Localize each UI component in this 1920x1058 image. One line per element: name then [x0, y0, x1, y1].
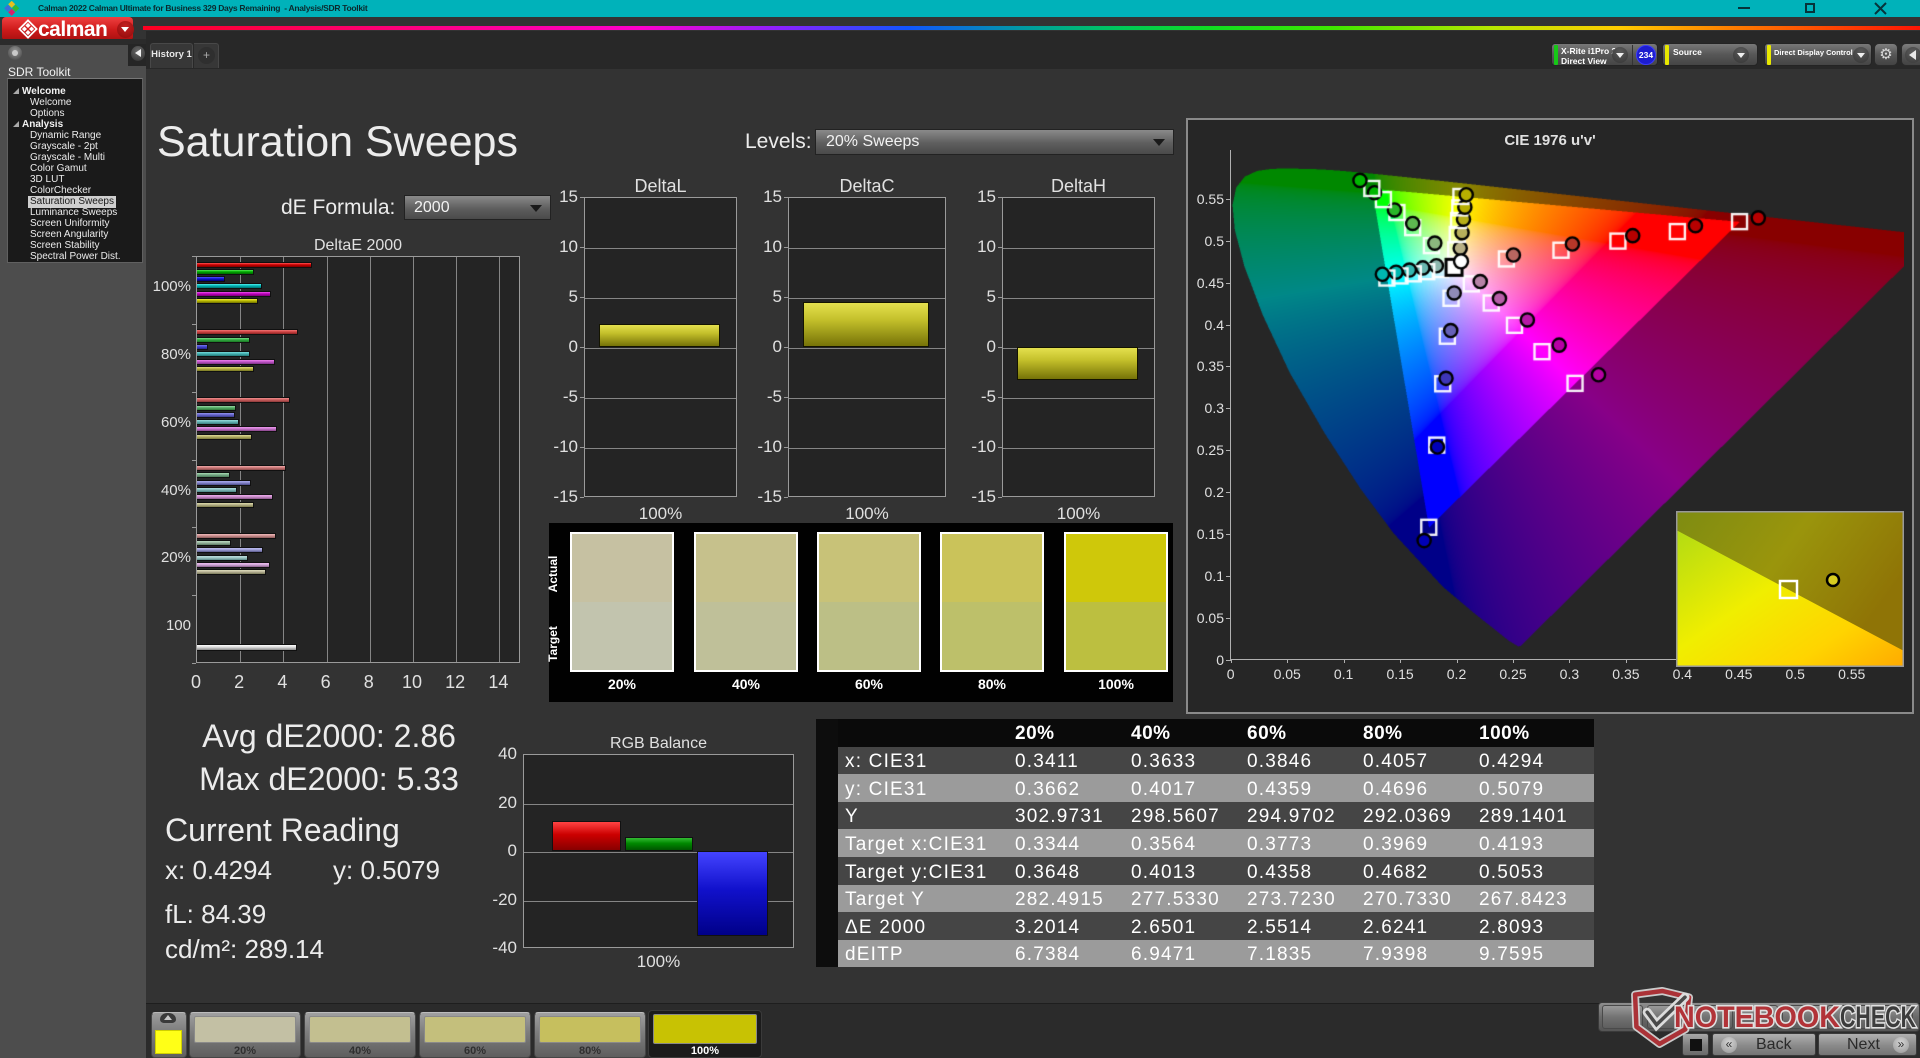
svg-text:CHECK: CHECK — [1840, 1001, 1916, 1034]
svg-text:NOTEBOOK: NOTEBOOK — [1674, 1001, 1840, 1034]
